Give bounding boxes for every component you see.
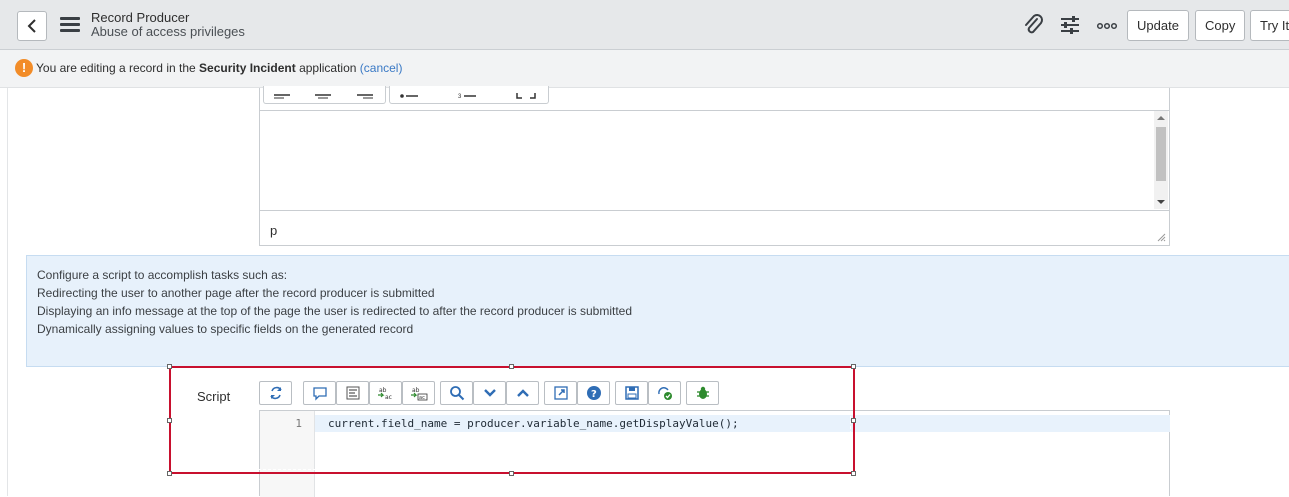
resize-handle[interactable]: [167, 471, 172, 476]
scroll-thumb[interactable]: [1156, 127, 1166, 181]
resize-grip-icon[interactable]: [1156, 232, 1166, 242]
help-line: Displaying an info message at the top of…: [37, 304, 633, 318]
svg-text:3: 3: [458, 94, 462, 99]
help-line: Dynamically assigning values to specific…: [37, 322, 414, 336]
scroll-up-icon[interactable]: [1157, 115, 1165, 121]
info-message-bar: ! You are editing a record in the Securi…: [0, 50, 1289, 88]
record-subtitle: Abuse of access privileges: [91, 24, 245, 39]
element-path: p: [270, 223, 278, 238]
try-it-button[interactable]: Try It: [1250, 10, 1289, 41]
info-suffix: application: [299, 61, 357, 75]
info-prefix: You are editing a record in the: [36, 61, 196, 75]
resize-handle[interactable]: [509, 364, 514, 369]
form-left-border: [7, 88, 8, 496]
cancel-link[interactable]: (cancel): [360, 61, 403, 75]
html-editor-statusbar: p: [260, 210, 1169, 245]
html-editor-scrollbar[interactable]: [1154, 111, 1168, 209]
bullet-list-icon[interactable]: [400, 89, 420, 99]
sliders-icon[interactable]: [1058, 13, 1082, 37]
chevron-left-icon: [27, 19, 36, 33]
script-help-box: Configure a script to accomplish tasks s…: [26, 255, 1289, 367]
html-editor: 3 p: [259, 86, 1170, 246]
more-options-icon[interactable]: [1095, 13, 1119, 37]
copy-button[interactable]: Copy: [1195, 10, 1246, 41]
info-message: You are editing a record in the Security…: [36, 61, 402, 75]
align-right-icon[interactable]: [357, 89, 375, 99]
form-header: Record Producer Abuse of access privileg…: [0, 0, 1289, 50]
alignment-toolbar-group: [263, 86, 386, 104]
paperclip-icon[interactable]: [1021, 13, 1045, 37]
resize-handle[interactable]: [851, 471, 856, 476]
scroll-down-icon[interactable]: [1157, 199, 1165, 205]
selection-highlight: [169, 366, 855, 474]
resize-handle[interactable]: [509, 471, 514, 476]
help-line: Configure a script to accomplish tasks s…: [37, 268, 288, 282]
resize-handle[interactable]: [167, 418, 172, 423]
align-center-icon[interactable]: [315, 89, 333, 99]
resize-handle[interactable]: [167, 364, 172, 369]
align-left-icon[interactable]: [274, 89, 292, 99]
resize-handle[interactable]: [851, 418, 856, 423]
page-title: Record Producer: [91, 10, 190, 25]
fullscreen-icon[interactable]: [516, 89, 536, 99]
resize-handle[interactable]: [851, 364, 856, 369]
warning-icon: !: [15, 59, 33, 77]
info-app-name: Security Incident: [199, 61, 296, 75]
help-line: Redirecting the user to another page aft…: [37, 286, 435, 300]
update-button[interactable]: Update: [1127, 10, 1189, 41]
hamburger-icon[interactable]: [60, 17, 80, 33]
record-title: Record Producer Abuse of access privileg…: [91, 11, 245, 39]
list-toolbar-group: 3: [389, 86, 549, 104]
html-editor-body[interactable]: [260, 110, 1169, 210]
numbered-list-icon[interactable]: 3: [458, 89, 478, 99]
back-button[interactable]: [17, 11, 47, 41]
